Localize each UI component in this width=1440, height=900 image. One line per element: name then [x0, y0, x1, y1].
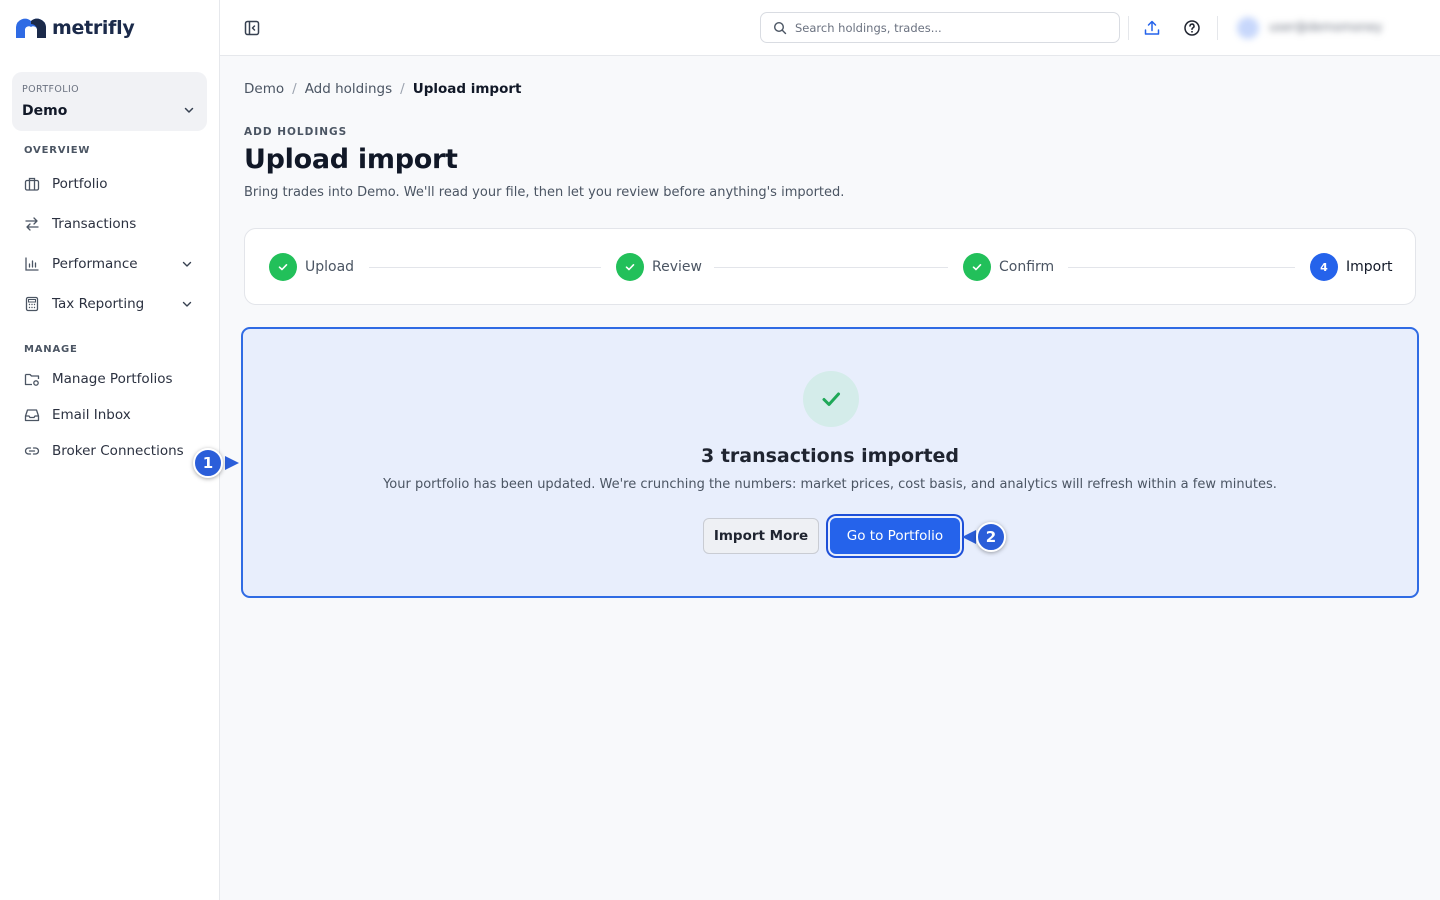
avatar — [1237, 17, 1259, 39]
import-stepper: Upload Review Confirm 4 Import — [244, 228, 1416, 305]
chevron-down-icon — [184, 107, 194, 113]
breadcrumb: Demo / Add holdings / Upload import — [244, 81, 521, 97]
step-connector — [1068, 267, 1295, 268]
step-label: Review — [652, 259, 702, 275]
page-eyebrow: ADD HOLDINGS — [244, 126, 348, 138]
sidebar-item-label: Portfolio — [52, 176, 108, 192]
search-input[interactable] — [795, 20, 1095, 35]
sidebar: metrifly PORTFOLIO Demo OVERVIEW Portfol… — [0, 0, 220, 900]
result-description: Your portfolio has been updated. We're c… — [383, 477, 1277, 492]
sidebar-item-label: Tax Reporting — [52, 296, 145, 312]
step-review: Review — [616, 253, 702, 281]
page-title: Upload import — [244, 144, 458, 175]
sidebar-item-portfolio[interactable]: Portfolio — [12, 167, 207, 201]
step-confirm: Confirm — [963, 253, 1054, 281]
link-icon — [24, 443, 40, 459]
sidebar-item-label: Performance — [52, 256, 138, 272]
sidebar-item-broker-connections[interactable]: Broker Connections — [12, 434, 207, 468]
search-box[interactable] — [760, 12, 1120, 43]
sidebar-item-manage-portfolios[interactable]: Manage Portfolios — [12, 362, 207, 396]
step-label: Confirm — [999, 259, 1055, 275]
help-icon[interactable] — [1182, 18, 1202, 38]
sidebar-item-label: Email Inbox — [52, 407, 131, 423]
step-connector — [714, 267, 948, 268]
portfolio-selector-label: PORTFOLIO — [22, 84, 80, 95]
sidebar-item-label: Broker Connections — [52, 443, 184, 459]
sidebar-item-label: Manage Portfolios — [52, 371, 173, 387]
callout-pointer — [962, 530, 976, 544]
briefcase-icon — [24, 176, 40, 192]
step-label: Import — [1346, 259, 1393, 275]
chevron-down-icon — [182, 261, 192, 267]
go-to-portfolio-button[interactable]: Go to Portfolio — [830, 518, 960, 554]
breadcrumb-item-current: Upload import — [412, 81, 522, 97]
sidebar-item-tax-reporting[interactable]: Tax Reporting — [12, 287, 207, 321]
sidebar-toggle-icon[interactable] — [242, 18, 262, 38]
check-icon — [269, 253, 297, 281]
check-icon — [616, 253, 644, 281]
step-label: Upload — [305, 259, 355, 275]
breadcrumb-item-add-holdings[interactable]: Add holdings — [305, 81, 392, 97]
page-subtitle: Bring trades into Demo. We'll read your … — [244, 185, 845, 200]
user-name: user@demomoney — [1269, 20, 1383, 34]
step-upload: Upload — [269, 253, 354, 281]
top-bar: user@demomoney — [220, 0, 1440, 56]
upload-icon[interactable] — [1142, 18, 1162, 38]
user-menu[interactable]: user@demomoney — [1235, 14, 1420, 42]
breadcrumb-separator: / — [292, 81, 297, 97]
portfolio-selector-value: Demo — [22, 103, 68, 119]
callout-marker-1: 1 — [193, 448, 223, 478]
toolbar-divider — [1217, 16, 1218, 40]
inbox-icon — [24, 407, 40, 423]
app-logo[interactable]: metrifly — [16, 14, 135, 42]
callout-pointer — [225, 456, 239, 470]
chevron-down-icon — [182, 301, 192, 307]
import-result-card: 3 transactions imported Your portfolio h… — [241, 327, 1419, 598]
calculator-icon — [24, 296, 40, 312]
sidebar-item-performance[interactable]: Performance — [12, 247, 207, 281]
breadcrumb-item-demo[interactable]: Demo — [244, 81, 284, 97]
success-check-icon — [803, 371, 859, 427]
sidebar-item-email-inbox[interactable]: Email Inbox — [12, 398, 207, 432]
folder-gear-icon — [24, 371, 40, 387]
sidebar-item-label: Transactions — [52, 216, 137, 232]
check-icon — [963, 253, 991, 281]
app-name: metrifly — [52, 17, 135, 39]
swap-arrows-icon — [24, 216, 40, 232]
logo-mark-icon — [16, 18, 46, 38]
step-import: 4 Import — [1310, 253, 1392, 281]
result-title: 3 transactions imported — [700, 445, 960, 467]
import-more-button[interactable]: Import More — [703, 518, 819, 554]
sidebar-item-transactions[interactable]: Transactions — [12, 207, 207, 241]
callout-marker-2: 2 — [976, 522, 1006, 552]
manage-section-label: MANAGE — [24, 344, 78, 355]
step-number: 4 — [1310, 253, 1338, 281]
portfolio-selector[interactable]: PORTFOLIO Demo — [12, 72, 207, 131]
step-connector — [369, 267, 601, 268]
breadcrumb-separator: / — [400, 81, 405, 97]
overview-section-label: OVERVIEW — [24, 145, 91, 156]
toolbar-divider — [1128, 16, 1129, 40]
search-icon — [773, 21, 787, 34]
bar-chart-icon — [24, 256, 40, 272]
